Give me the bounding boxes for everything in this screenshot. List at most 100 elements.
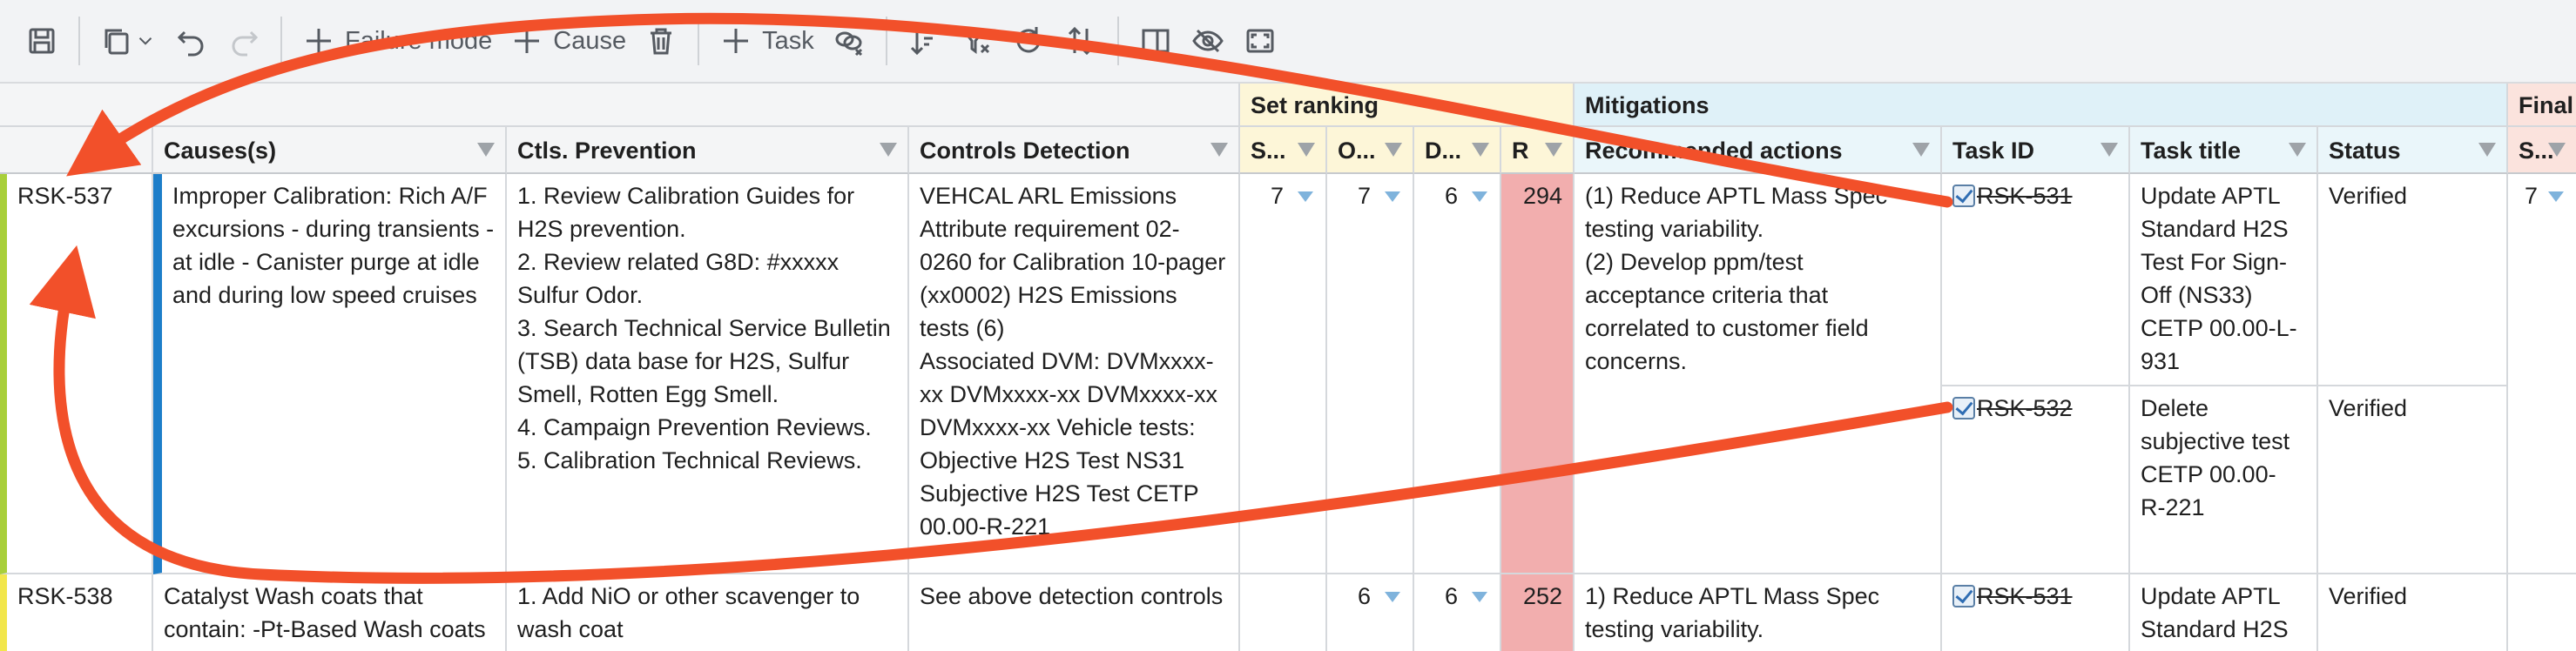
column-panel-button[interactable] [1130, 15, 1182, 67]
dropdown-arrow-icon[interactable] [1385, 592, 1400, 602]
task-id-cell[interactable]: RSK-531 [1942, 174, 2130, 386]
column-header-task-title[interactable]: Task title [2130, 127, 2318, 174]
column-header-final-severity[interactable]: S... [2508, 127, 2576, 174]
filter-icon[interactable] [2548, 143, 2566, 157]
sort-button[interactable] [898, 15, 950, 67]
prevention-cell[interactable]: 1. Add NiO or other scavenger to wash co… [507, 574, 909, 651]
task-status-cell[interactable]: Verified [2318, 386, 2508, 574]
dropdown-arrow-icon[interactable] [1472, 191, 1487, 202]
column-header-id[interactable] [0, 127, 153, 174]
column-header-task-id[interactable]: Task ID [1942, 127, 2130, 174]
filter-icon[interactable] [1385, 143, 1402, 157]
column-header-detection-label: D... [1425, 138, 1462, 164]
copy-menu-button[interactable] [91, 15, 165, 67]
prevention-cell[interactable]: 1. Review Calibration Guides for H2S pre… [507, 174, 909, 574]
clear-filter-button[interactable] [950, 15, 1002, 67]
column-header-causes[interactable]: Causes(s) [153, 127, 507, 174]
delete-button[interactable] [635, 15, 687, 67]
occurrence-cell[interactable]: 6 [1327, 574, 1414, 651]
task-id-link[interactable]: RSK-532 [1977, 395, 2073, 421]
recommended-actions-cell[interactable]: 1) Reduce APTL Mass Spec testing variabi… [1575, 574, 1942, 651]
task-title-cell[interactable]: Delete subjective test CETP 00.00- R-221 [2130, 386, 2318, 574]
filter-icon[interactable] [1912, 143, 1930, 157]
row-id-cell[interactable]: RSK-537 [0, 174, 153, 574]
column-header-ctls-prevention[interactable]: Ctls. Prevention [507, 127, 909, 174]
recommended-actions-cell[interactable]: (1) Reduce APTL Mass Spec testing variab… [1575, 174, 1942, 574]
detection-cell[interactable]: VEHCAL ARL Emissions Attribute requireme… [909, 174, 1240, 574]
group-header-blank [0, 84, 1240, 127]
row-id-cell[interactable]: RSK-538 [0, 574, 153, 651]
task-status-cell[interactable]: Verified [2318, 174, 2508, 386]
severity-cell[interactable]: 7 [1240, 174, 1327, 574]
task-title: Delete subjective test CETP 00.00- R-221 [2141, 395, 2290, 520]
task-checkbox-icon[interactable] [1952, 585, 1975, 607]
fmea-grid: Set ranking Mitigations Final Causes(s) … [0, 84, 2576, 651]
group-header-final: Final [2508, 84, 2576, 127]
sort-icon [910, 29, 936, 56]
prevention-line: 5. Calibration Technical Reviews. [517, 447, 862, 473]
column-header-controls-detection[interactable]: Controls Detection [909, 127, 1240, 174]
dropdown-arrow-icon[interactable] [1298, 191, 1313, 202]
severity-cell[interactable] [1240, 574, 1327, 651]
task-id-link[interactable]: RSK-531 [1977, 583, 2073, 609]
prevention-line: 3. Search Technical Service Bulletin (TS… [517, 315, 891, 407]
column-header-status[interactable]: Status [2318, 127, 2508, 174]
detection-rank-cell[interactable]: 6 [1414, 574, 1501, 651]
expand-collapse-button[interactable] [1055, 15, 1107, 67]
filter-icon[interactable] [2478, 143, 2496, 157]
fullscreen-button[interactable] [1234, 15, 1286, 67]
dropdown-arrow-icon[interactable] [2548, 191, 2564, 202]
detection-rank-cell[interactable]: 6 [1414, 174, 1501, 574]
column-header-occurrence[interactable]: O... [1327, 127, 1414, 174]
trash-icon [651, 28, 672, 55]
task-status-cell[interactable]: Verified [2318, 574, 2508, 651]
task-checkbox-icon[interactable] [1952, 185, 1975, 207]
toolbar-divider [885, 17, 887, 65]
save-button[interactable] [16, 15, 68, 67]
task-checkbox-icon[interactable] [1952, 397, 1975, 419]
column-header-risk[interactable]: R [1501, 127, 1575, 174]
redo-button[interactable] [218, 15, 270, 67]
column-header-detection[interactable]: D... [1414, 127, 1501, 174]
filter-icon[interactable] [880, 143, 897, 157]
filter-icon[interactable] [2101, 143, 2118, 157]
filter-icon[interactable] [477, 143, 495, 157]
refresh-button[interactable] [1002, 15, 1055, 67]
add-failure-mode-button[interactable]: Failure mode [293, 15, 501, 67]
column-header-causes-label: Causes(s) [164, 138, 277, 164]
column-header-ctls-prevention-label: Ctls. Prevention [517, 138, 697, 164]
visibility-button[interactable] [1182, 15, 1234, 67]
final-severity-value: 7 [2524, 183, 2538, 209]
filter-icon[interactable] [1210, 143, 1228, 157]
task-id-link[interactable]: RSK-531 [1977, 183, 2073, 209]
column-header-severity[interactable]: S... [1240, 127, 1327, 174]
toolbar-divider [698, 17, 700, 65]
detection-cell[interactable]: See above detection controls [909, 574, 1240, 651]
cause-cell[interactable]: Improper Calibration: Rich A/F excursion… [153, 174, 507, 574]
task-title: Update APTL Standard H2S [2141, 583, 2289, 642]
chevron-down-icon [138, 37, 152, 45]
final-severity-cell[interactable] [2508, 574, 2576, 651]
filter-icon[interactable] [1545, 143, 1562, 157]
occurrence-cell[interactable]: 7 [1327, 174, 1414, 574]
dropdown-arrow-icon[interactable] [1472, 592, 1487, 602]
task-id-cell[interactable]: RSK-531 [1942, 574, 2130, 651]
filter-icon[interactable] [2289, 143, 2306, 157]
task-status: Verified [2329, 583, 2408, 609]
task-title-cell[interactable]: Update APTL Standard H2S [2130, 574, 2318, 651]
filter-icon[interactable] [1472, 143, 1489, 157]
detection-rank-value: 6 [1444, 583, 1458, 609]
add-task-button[interactable]: Task [710, 15, 823, 67]
risk-value: 252 [1522, 583, 1562, 609]
task-title-cell[interactable]: Update APTL Standard H2S Test For Sign-O… [2130, 174, 2318, 386]
column-header-recommended-actions[interactable]: Recommended actions [1575, 127, 1942, 174]
undo-button[interactable] [165, 15, 218, 67]
plus-icon [307, 29, 331, 53]
unlink-task-button[interactable] [823, 15, 875, 67]
dropdown-arrow-icon[interactable] [1385, 191, 1400, 202]
add-cause-button[interactable]: Cause [501, 15, 635, 67]
task-id-cell[interactable]: RSK-532 [1942, 386, 2130, 574]
cause-cell[interactable]: Catalyst Wash coats that contain: -Pt-Ba… [153, 574, 507, 651]
filter-icon[interactable] [1298, 143, 1315, 157]
final-severity-cell[interactable]: 7 [2508, 174, 2576, 574]
